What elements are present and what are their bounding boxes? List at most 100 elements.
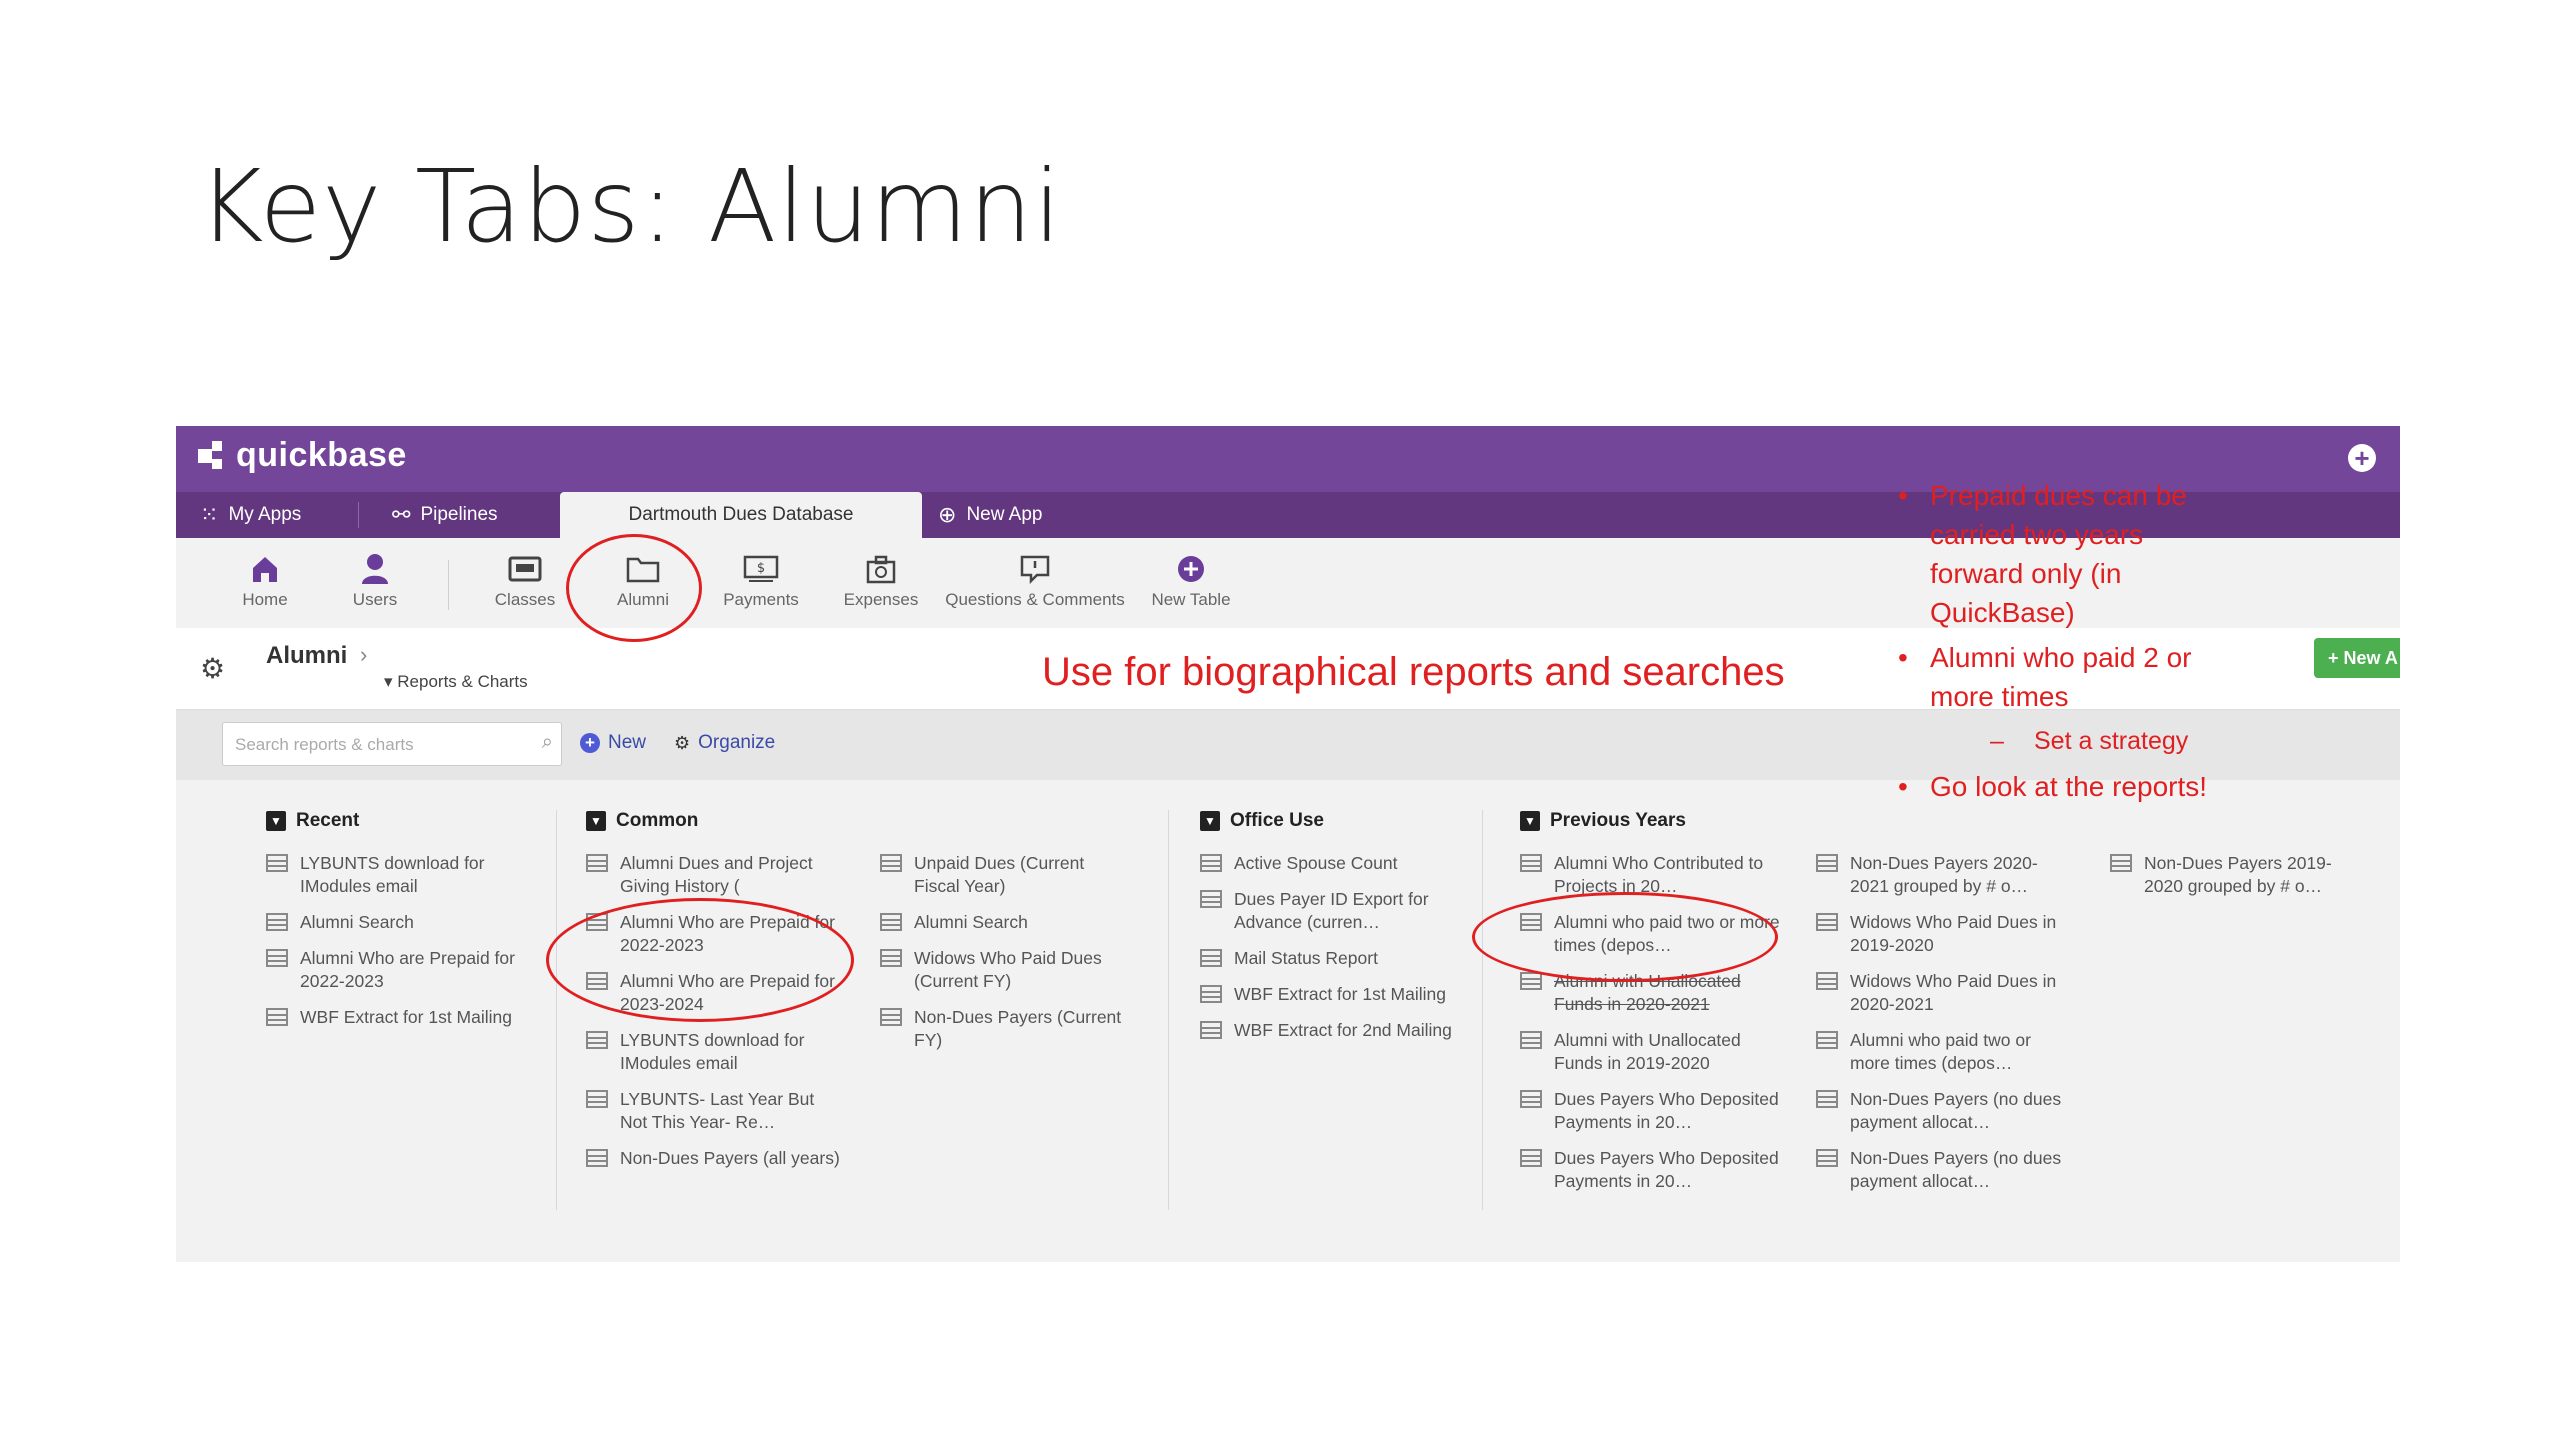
report-icon	[266, 1008, 288, 1026]
report-item[interactable]: LYBUNTS download for IModules email	[266, 852, 516, 898]
chevron-right-icon: ›	[360, 642, 368, 667]
reports-charts-dropdown[interactable]: ▾ Reports & Charts	[384, 672, 528, 692]
tab-new-app[interactable]: ⊕ New App	[938, 492, 1042, 538]
report-icon	[1200, 854, 1222, 872]
pipelines-icon: ⚯	[392, 502, 411, 527]
plus-circle-icon	[1178, 556, 1204, 582]
report-icon	[1200, 985, 1222, 1003]
table-payments[interactable]: $ Payments	[706, 548, 816, 610]
report-icon	[1200, 890, 1222, 908]
group-title: Previous Years	[1550, 810, 1686, 831]
gear-icon[interactable]: ⚙	[200, 652, 225, 685]
collapse-icon: ▼	[1200, 811, 1220, 831]
svg-text:$: $	[757, 561, 765, 576]
add-icon[interactable]: +	[2348, 444, 2376, 472]
tab-my-apps[interactable]: ⁙ My Apps	[200, 492, 301, 538]
report-item[interactable]: Alumni with Unallocated Funds in 2019-20…	[1520, 1029, 1780, 1075]
report-item[interactable]: LYBUNTS download for IModules email	[586, 1029, 846, 1075]
annotation-circle-prepaid	[546, 898, 854, 1022]
report-icon	[586, 1031, 608, 1049]
group-header-recent[interactable]: ▼ Recent	[266, 810, 359, 832]
new-label: New	[608, 732, 647, 753]
report-icon	[880, 854, 902, 872]
report-icon	[1520, 854, 1542, 872]
report-item[interactable]: Active Spouse Count	[1200, 852, 1460, 875]
report-icon	[1816, 1149, 1838, 1167]
report-item[interactable]: WBF Extract for 1st Mailing	[266, 1006, 516, 1029]
report-item[interactable]: Alumni Search	[880, 911, 1130, 934]
table-label: New Table	[1151, 590, 1231, 609]
report-icon	[586, 1090, 608, 1108]
report-item[interactable]: Mail Status Report	[1200, 947, 1460, 970]
annotation-banner: Use for biographical reports and searche…	[1042, 650, 1785, 694]
search-reports-input[interactable]: Search reports & charts ⌕	[222, 722, 562, 766]
table-new-table[interactable]: New Table	[1136, 548, 1246, 610]
home-icon	[253, 557, 277, 582]
payment-icon: $	[743, 555, 779, 582]
report-icon	[266, 913, 288, 931]
office-use-list: Active Spouse Count Dues Payer ID Export…	[1200, 852, 1460, 1055]
table-expenses[interactable]: Expenses	[826, 548, 936, 610]
report-item[interactable]: Non-Dues Payers (Current FY)	[880, 1006, 1130, 1052]
report-icon	[1816, 854, 1838, 872]
report-icon	[1520, 972, 1542, 990]
report-item[interactable]: Non-Dues Payers (no dues payment allocat…	[1816, 1147, 2066, 1193]
report-item[interactable]: Non-Dues Payers 2019-2020 grouped by # o…	[2110, 852, 2360, 898]
table-classes[interactable]: Classes	[470, 548, 580, 610]
report-item[interactable]: Dues Payers Who Deposited Payments in 20…	[1520, 1147, 1780, 1193]
report-item[interactable]: Alumni Search	[266, 911, 516, 934]
report-item[interactable]: Widows Who Paid Dues in 2019-2020	[1816, 911, 2066, 957]
table-home[interactable]: Home	[210, 548, 320, 610]
quickbase-logo-icon	[198, 440, 228, 471]
report-item[interactable]: Non-Dues Payers 2020-2021 grouped by # o…	[1816, 852, 2066, 898]
report-icon	[266, 854, 288, 872]
table-label: Home	[242, 590, 288, 609]
table-label: Expenses	[843, 590, 919, 609]
annotation-bullet: • Alumni who paid 2 or more times	[1898, 642, 2192, 712]
report-item[interactable]: Widows Who Paid Dues (Current FY)	[880, 947, 1130, 993]
reports-charts-label: Reports & Charts	[397, 672, 528, 691]
group-title: Common	[616, 810, 699, 831]
report-item[interactable]: Dues Payers Who Deposited Payments in 20…	[1520, 1088, 1780, 1134]
report-item[interactable]: Dues Payer ID Export for Advance (curren…	[1200, 888, 1460, 934]
comment-icon	[1020, 555, 1050, 584]
group-header-office-use[interactable]: ▼ Office Use	[1200, 810, 1324, 832]
report-item[interactable]: Non-Dues Payers (all years)	[586, 1147, 846, 1170]
report-item[interactable]: Alumni Dues and Project Giving History (	[586, 852, 846, 898]
tab-label: New App	[966, 504, 1043, 525]
table-label: Questions & Comments	[945, 590, 1125, 609]
quickbase-logo[interactable]: quickbase	[198, 436, 407, 475]
report-icon	[2110, 854, 2132, 872]
report-item[interactable]: Unpaid Dues (Current Fiscal Year)	[880, 852, 1130, 898]
report-icon	[1200, 1021, 1222, 1039]
tab-dartmouth-dues-database[interactable]: Dartmouth Dues Database	[560, 492, 922, 538]
report-item[interactable]: Non-Dues Payers (no dues payment allocat…	[1816, 1088, 2066, 1134]
report-icon	[586, 1149, 608, 1167]
report-item[interactable]: Alumni who paid two or more times (depos…	[1816, 1029, 2066, 1075]
report-item[interactable]: Alumni Who are Prepaid for 2022-2023	[266, 947, 516, 993]
report-item[interactable]: Alumni Who Contributed to Projects in 20…	[1520, 852, 1780, 898]
grid-icon: ⁙	[200, 502, 219, 527]
classes-icon	[508, 556, 542, 582]
previous-years-list-b: Non-Dues Payers 2020-2021 grouped by # o…	[1816, 852, 2066, 1206]
report-icon	[880, 949, 902, 967]
tab-label: Pipelines	[420, 504, 498, 525]
report-item[interactable]: WBF Extract for 2nd Mailing	[1200, 1019, 1460, 1042]
group-header-common[interactable]: ▼ Common	[586, 810, 698, 832]
organize-link[interactable]: ⚙ Organize	[674, 732, 775, 754]
table-label: Payments	[723, 590, 799, 609]
group-header-previous-years[interactable]: ▼ Previous Years	[1520, 810, 1686, 832]
annotation-circle-paid-twice	[1472, 892, 1778, 982]
report-item[interactable]: LYBUNTS- Last Year But Not This Year- Re…	[586, 1088, 846, 1134]
tab-pipelines[interactable]: ⚯ Pipelines	[392, 492, 498, 538]
table-questions-comments[interactable]: Questions & Comments	[942, 548, 1128, 610]
annotation-bullet: • Go look at the reports!	[1898, 771, 2208, 802]
new-report-link[interactable]: + New	[580, 732, 646, 754]
table-users[interactable]: Users	[320, 548, 430, 610]
group-title: Recent	[296, 810, 360, 831]
report-icon	[1816, 1090, 1838, 1108]
new-record-button[interactable]: + New A	[2314, 638, 2400, 678]
report-item[interactable]: Widows Who Paid Dues in 2020-2021	[1816, 970, 2066, 1016]
report-item[interactable]: WBF Extract for 1st Mailing	[1200, 983, 1460, 1006]
annotation-circle-alumni-tab	[566, 534, 702, 642]
